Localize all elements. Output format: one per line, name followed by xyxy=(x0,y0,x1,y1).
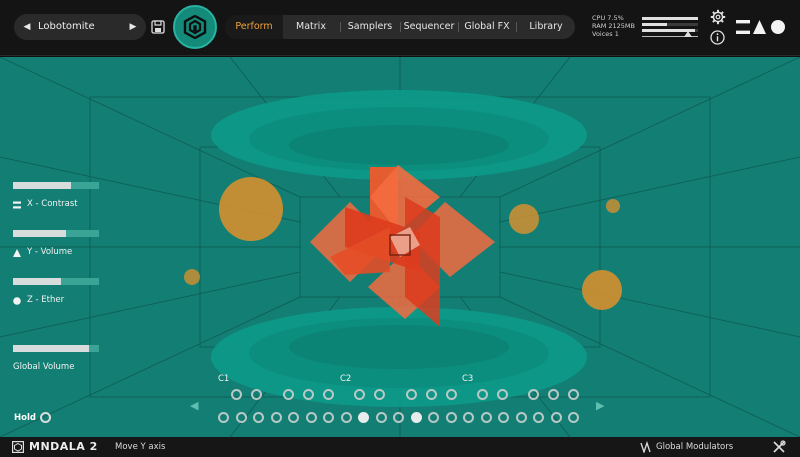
tab-sequencer[interactable]: Sequencer xyxy=(401,15,457,39)
main-nav: Perform Matrix Samplers Sequencer Global… xyxy=(225,15,575,39)
slider-fill xyxy=(13,345,89,352)
preset-selector[interactable]: ◀ Lobotomite ▶ xyxy=(14,14,146,40)
top-bar: ◀ Lobotomite ▶ Perform Matrix Samplers S… xyxy=(0,0,800,56)
tab-global-fx[interactable]: Global FX xyxy=(459,15,515,39)
stage-visual xyxy=(0,57,800,437)
tab-perform[interactable]: Perform xyxy=(225,15,283,39)
note-key-sharp[interactable] xyxy=(323,389,334,400)
octave-label-c3: C3 xyxy=(462,374,474,384)
hold-toggle[interactable] xyxy=(40,412,51,423)
note-key-natural[interactable] xyxy=(305,412,317,423)
note-key-natural[interactable] xyxy=(358,412,369,423)
note-key-natural[interactable] xyxy=(235,412,247,423)
note-key-natural[interactable] xyxy=(288,412,299,423)
note-key-sharp[interactable] xyxy=(497,389,508,400)
meter-marker-icon xyxy=(684,31,692,37)
bottom-bar: MNDALA 2 Move Y axis Global Modulators xyxy=(0,437,800,457)
note-key-sharp[interactable] xyxy=(283,389,294,400)
note-key-natural[interactable] xyxy=(533,412,544,423)
note-key-natural[interactable] xyxy=(375,412,387,423)
note-key-natural[interactable] xyxy=(480,412,492,423)
slider-fill xyxy=(13,182,71,189)
tools-icon[interactable] xyxy=(772,440,786,454)
slider-fill xyxy=(13,230,67,237)
x-contrast-slider[interactable] xyxy=(13,182,99,189)
note-key-sharp[interactable] xyxy=(303,389,314,400)
note-key-natural[interactable] xyxy=(253,412,264,423)
gear-icon[interactable] xyxy=(710,9,726,25)
tab-samplers[interactable]: Samplers xyxy=(341,15,399,39)
performance-stats: CPU 7.5% RAM 2125MB Voices 1 xyxy=(592,14,635,38)
note-key-natural[interactable] xyxy=(498,412,509,423)
note-key-natural[interactable] xyxy=(568,412,579,423)
z-ether-label: Z - Ether xyxy=(27,295,65,305)
meter-bar xyxy=(642,23,668,26)
cpu-readout: CPU 7.5% xyxy=(592,14,624,22)
hold-label: Hold xyxy=(14,413,36,423)
info-icon[interactable] xyxy=(710,30,725,45)
octave-up-button[interactable]: ▶ xyxy=(596,399,604,412)
note-key-natural[interactable] xyxy=(463,412,474,423)
status-hint: Move Y axis xyxy=(115,442,166,452)
note-key-natural[interactable] xyxy=(218,412,229,423)
note-key-natural[interactable] xyxy=(323,412,334,423)
global-volume-label: Global Volume xyxy=(13,362,75,372)
voices-readout: Voices 1 xyxy=(592,30,619,38)
x-contrast-label: X - Contrast xyxy=(27,199,78,209)
save-icon[interactable] xyxy=(150,18,166,36)
note-key-sharp[interactable] xyxy=(406,389,417,400)
octave-label-c2: C2 xyxy=(340,374,352,384)
note-key-sharp[interactable] xyxy=(477,389,488,400)
tab-matrix[interactable]: Matrix xyxy=(283,15,339,39)
note-key-sharp[interactable] xyxy=(374,389,385,400)
note-key-natural[interactable] xyxy=(550,412,562,423)
note-key-sharp[interactable] xyxy=(354,389,365,400)
note-key-sharp[interactable] xyxy=(548,389,559,400)
hexagon-logo-icon xyxy=(183,15,207,39)
slider-fill xyxy=(13,278,62,285)
app-title: MNDALA 2 xyxy=(29,440,98,453)
note-key-natural[interactable] xyxy=(340,412,352,423)
tab-library[interactable]: Library xyxy=(517,15,575,39)
prev-preset-button[interactable]: ◀ xyxy=(16,14,38,40)
note-key-natural[interactable] xyxy=(410,412,422,423)
modulators-icon xyxy=(640,441,651,453)
brand-logo-icon xyxy=(736,20,785,34)
mndala-logo-button[interactable] xyxy=(173,5,217,49)
y-volume-slider[interactable] xyxy=(13,230,99,237)
note-key-natural[interactable] xyxy=(270,412,282,423)
note-key-natural[interactable] xyxy=(445,412,457,423)
triangle-icon xyxy=(13,249,21,257)
note-key-sharp[interactable] xyxy=(568,389,579,400)
note-key-sharp[interactable] xyxy=(251,389,262,400)
global-volume-slider[interactable] xyxy=(13,345,99,352)
circle-icon xyxy=(13,297,21,305)
octave-label-c1: C1 xyxy=(218,374,230,384)
ram-readout: RAM 2125MB xyxy=(592,22,635,30)
square-icon xyxy=(13,201,21,209)
note-key-natural[interactable] xyxy=(515,412,527,423)
global-modulators-button[interactable]: Global Modulators xyxy=(656,442,733,452)
z-ether-slider[interactable] xyxy=(13,278,99,285)
next-preset-button[interactable]: ▶ xyxy=(122,14,144,40)
note-key-sharp[interactable] xyxy=(426,389,437,400)
octave-down-button[interactable]: ◀ xyxy=(190,399,198,412)
meter-bar xyxy=(642,17,698,20)
note-key-sharp[interactable] xyxy=(528,389,539,400)
mndala-small-logo-icon xyxy=(12,441,24,453)
note-key-natural[interactable] xyxy=(428,412,439,423)
perform-stage[interactable]: X - Contrast Y - Volume Z - Ether Global… xyxy=(0,57,800,437)
note-key-sharp[interactable] xyxy=(446,389,457,400)
y-volume-label: Y - Volume xyxy=(27,247,73,257)
preset-name[interactable]: Lobotomite xyxy=(38,14,95,40)
note-key-sharp[interactable] xyxy=(231,389,242,400)
note-key-natural[interactable] xyxy=(393,412,404,423)
